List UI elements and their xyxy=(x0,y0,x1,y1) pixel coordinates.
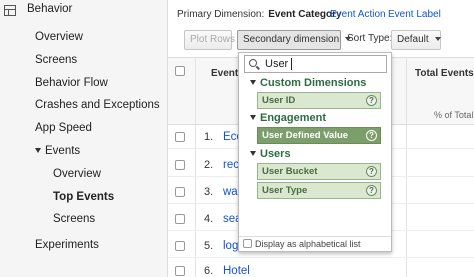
alphabetical-label: Display as alphabetical list xyxy=(255,239,361,249)
help-icon[interactable]: ? xyxy=(366,130,377,141)
secondary-dimension-dropdown: User Custom Dimensions User ID? Engageme… xyxy=(238,52,392,252)
secondary-dimension-button[interactable]: Secondary dimension xyxy=(237,30,352,50)
alphabetical-checkbox[interactable] xyxy=(243,239,252,248)
text-cursor xyxy=(291,58,292,70)
sidebar-title: Behavior xyxy=(27,3,73,15)
dimension-item-user-type[interactable]: User Type? xyxy=(257,182,381,199)
row-checkbox[interactable] xyxy=(175,187,185,197)
header-percent-total: % of Total xyxy=(434,110,474,120)
sidebar-subitem-top-events[interactable]: Top Events xyxy=(53,191,114,203)
secondary-dimension-label: Secondary dimension xyxy=(243,34,340,45)
sidebar-item-events-label: Events xyxy=(45,145,81,157)
sidebar-item-behavior-flow[interactable]: Behavior Flow xyxy=(35,77,108,89)
search-icon xyxy=(249,59,257,67)
dimension-search-value: User xyxy=(265,58,289,70)
group-engagement[interactable]: Engagement xyxy=(250,112,326,124)
row-number: 2. xyxy=(204,159,214,171)
chevron-down-icon xyxy=(434,37,441,41)
help-icon[interactable]: ? xyxy=(366,185,377,196)
dimension-item-label: User Type xyxy=(262,185,308,196)
help-icon[interactable]: ? xyxy=(366,166,377,177)
sidebar-item-events[interactable]: Events xyxy=(35,145,80,157)
dimension-search-field[interactable]: User xyxy=(244,55,387,73)
event-label-link[interactable]: Event Label xyxy=(388,9,441,20)
caret-down-icon xyxy=(35,148,41,153)
group-custom-dimensions[interactable]: Custom Dimensions xyxy=(250,77,366,89)
row-checkbox[interactable] xyxy=(175,241,185,251)
caret-down-icon xyxy=(250,80,256,85)
row-number: 6. xyxy=(204,265,214,277)
select-all-checkbox[interactable] xyxy=(175,66,185,76)
sidebar-item-experiments[interactable]: Experiments xyxy=(35,239,99,251)
help-icon[interactable]: ? xyxy=(366,95,377,106)
row-checkbox[interactable] xyxy=(175,214,185,224)
group-label: Custom Dimensions xyxy=(260,77,367,89)
behavior-icon xyxy=(4,5,16,16)
row-value-link[interactable]: rec xyxy=(223,159,239,171)
primary-dimension-row: Primary Dimension: Event Category xyxy=(177,9,342,20)
row-number: 5. xyxy=(204,240,214,252)
sort-type-select[interactable]: Default xyxy=(391,30,441,50)
row-number: 4. xyxy=(204,213,214,225)
primary-dimension-label: Primary Dimension: xyxy=(177,9,265,20)
alphabetical-option[interactable]: Display as alphabetical list xyxy=(243,239,361,249)
panel-divider xyxy=(239,236,391,237)
dimension-item-user-bucket[interactable]: User Bucket? xyxy=(257,163,381,180)
caret-down-icon xyxy=(250,115,256,120)
sidebar-item-overview[interactable]: Overview xyxy=(35,31,83,43)
row-value-link[interactable]: Hotel xyxy=(223,265,250,277)
header-total-events[interactable]: Total Events xyxy=(415,68,474,79)
dimension-item-label: User Bucket xyxy=(262,166,318,177)
plot-rows-button[interactable]: Plot Rows xyxy=(184,30,235,50)
table-row: 6. Hotel xyxy=(168,260,474,277)
dimension-item-label: User Defined Value xyxy=(262,130,349,141)
sidebar-item-app-speed[interactable]: App Speed xyxy=(35,122,92,134)
event-action-link[interactable]: Event Action xyxy=(330,9,386,20)
group-users[interactable]: Users xyxy=(250,148,291,160)
row-checkbox[interactable] xyxy=(175,132,185,142)
sidebar-subitem-screens[interactable]: Screens xyxy=(53,213,95,225)
sort-type-label: Sort Type: xyxy=(347,33,393,44)
row-checkbox[interactable] xyxy=(175,160,185,170)
dimension-item-label: User ID xyxy=(262,95,296,106)
sidebar: Behavior Overview Screens Behavior Flow … xyxy=(0,0,168,277)
caret-down-icon xyxy=(250,151,256,156)
row-number: 3. xyxy=(204,186,214,198)
group-label: Users xyxy=(260,148,291,160)
dimension-item-user-defined-value[interactable]: User Defined Value? xyxy=(257,127,381,144)
row-number: 1. xyxy=(204,131,214,143)
dimension-item-user-id[interactable]: User ID? xyxy=(257,92,381,109)
sidebar-header[interactable]: Behavior xyxy=(0,0,168,22)
sort-type-value: Default xyxy=(397,34,429,45)
row-checkbox[interactable] xyxy=(175,266,185,276)
group-label: Engagement xyxy=(260,112,327,124)
sidebar-item-crashes[interactable]: Crashes and Exceptions xyxy=(35,99,160,111)
toolbar: Plot Rows Secondary dimension Sort Type:… xyxy=(173,29,474,51)
sidebar-item-screens[interactable]: Screens xyxy=(35,54,77,66)
sidebar-subitem-overview[interactable]: Overview xyxy=(53,168,101,180)
